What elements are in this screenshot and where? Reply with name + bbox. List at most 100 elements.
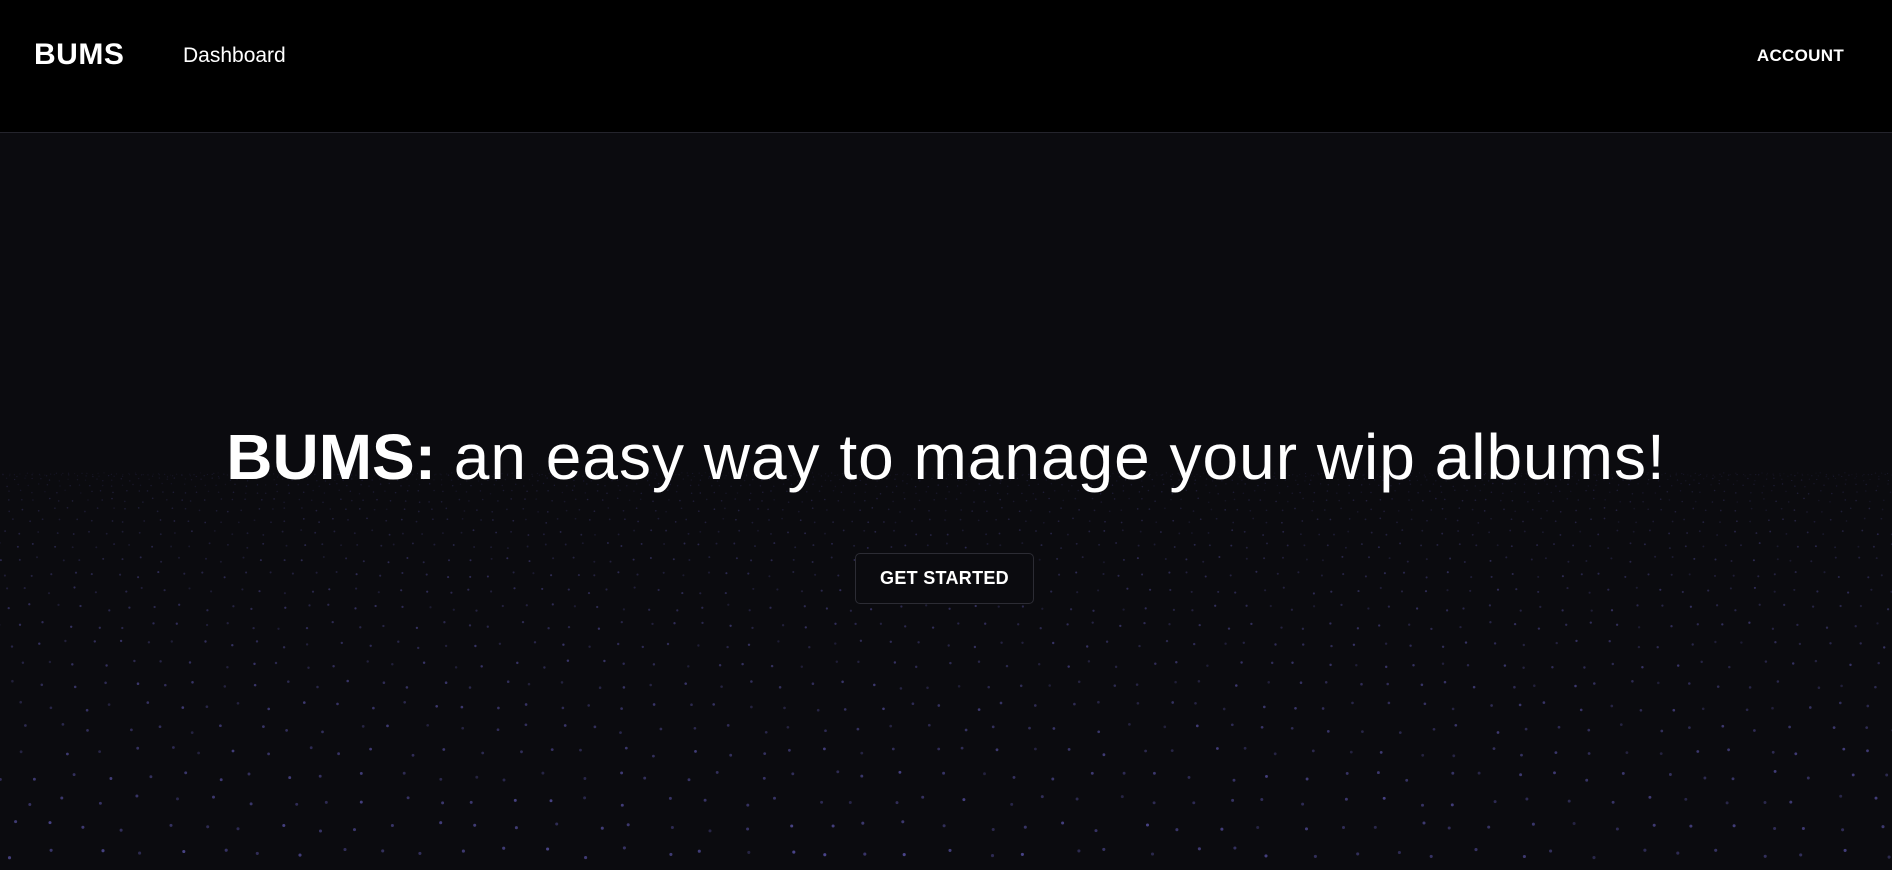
particle-dot	[1356, 627, 1360, 630]
particle-dot	[1557, 725, 1561, 729]
particle-dot	[1555, 641, 1558, 645]
particle-dot	[787, 531, 789, 534]
particle-dot	[273, 498, 275, 500]
particle-dot	[113, 507, 115, 509]
particle-dot	[636, 573, 639, 576]
brand-logo-link[interactable]: BUMS	[34, 38, 124, 72]
particle-dot	[1224, 642, 1227, 645]
particle-dot	[336, 702, 339, 706]
particle-dot	[1410, 518, 1413, 521]
particle-dot	[345, 508, 347, 511]
particle-dot	[834, 642, 837, 645]
particle-dot	[1684, 797, 1688, 801]
particle-dot	[1840, 684, 1843, 688]
particle-dot	[258, 508, 261, 510]
get-started-button[interactable]: GET STARTED	[855, 553, 1034, 604]
particle-dot	[1825, 626, 1829, 629]
particle-dot	[991, 725, 995, 729]
particle-dot	[28, 603, 31, 606]
particle-dot	[808, 646, 811, 649]
particle-dot	[945, 498, 947, 500]
particle-dot	[249, 802, 253, 806]
particle-dot	[911, 520, 913, 522]
particle-dot	[0, 542, 1, 544]
particle-dot	[1067, 665, 1070, 668]
particle-dot	[1446, 589, 1449, 592]
particle-dot	[1387, 605, 1391, 608]
particle-dot	[1791, 662, 1795, 665]
particle-dot	[666, 642, 670, 646]
nav-link-dashboard[interactable]: Dashboard	[183, 44, 286, 68]
particle-dot	[7, 856, 12, 860]
particle-dot	[452, 608, 455, 611]
particle-dot	[915, 533, 918, 536]
particle-dot	[608, 518, 611, 521]
particle-dot	[974, 604, 977, 608]
particle-dot	[1585, 560, 1588, 562]
particle-dot	[524, 723, 528, 727]
particle-dot	[32, 499, 34, 501]
particle-dot	[1704, 509, 1707, 512]
particle-dot	[1574, 684, 1577, 688]
particle-dot	[1128, 723, 1131, 726]
particle-dot	[486, 575, 489, 578]
particle-dot	[84, 510, 86, 513]
particle-dot	[1514, 510, 1517, 513]
particle-dot	[1788, 725, 1791, 729]
particle-dot	[848, 801, 852, 804]
particle-dot	[1061, 821, 1065, 825]
particle-dot	[600, 826, 604, 830]
particle-dot	[1441, 507, 1444, 510]
particle-dot	[1444, 518, 1447, 520]
particle-dot	[883, 521, 885, 523]
particle-dot	[1305, 777, 1309, 781]
particle-dot	[1197, 497, 1199, 500]
particle-dot	[787, 501, 790, 504]
particle-dot	[1007, 518, 1010, 521]
particle-dot	[253, 662, 256, 666]
particle-dot	[843, 708, 847, 711]
particle-dot	[1474, 848, 1478, 852]
particle-dot	[1029, 509, 1032, 512]
particle-dot	[372, 706, 375, 710]
particle-dot	[902, 853, 906, 857]
particle-dot	[203, 499, 206, 501]
particle-dot	[445, 507, 448, 510]
particle-dot	[382, 624, 385, 628]
particle-dot	[1635, 521, 1637, 524]
particle-dot	[1793, 588, 1796, 591]
particle-dot	[1141, 573, 1144, 576]
particle-dot	[1818, 499, 1820, 502]
particle-dot	[1461, 499, 1464, 502]
particle-dot	[1692, 507, 1695, 510]
particle-dot	[588, 645, 591, 648]
particle-dot	[1248, 499, 1250, 501]
particle-dot	[748, 499, 751, 501]
particle-dot	[1813, 520, 1816, 523]
particle-dot	[119, 639, 123, 643]
particle-dot	[433, 543, 436, 546]
particle-dot	[1758, 542, 1761, 545]
particle-dot	[1469, 589, 1472, 592]
particle-dot	[448, 559, 450, 562]
particle-dot	[61, 723, 65, 726]
particle-dot	[109, 777, 113, 780]
particle-dot	[98, 750, 101, 753]
particle-dot	[1144, 749, 1147, 753]
particle-dot	[617, 533, 620, 536]
particle-dot	[124, 500, 126, 503]
particle-dot	[699, 530, 702, 533]
particle-dot	[1887, 855, 1891, 859]
particle-dot	[690, 703, 693, 707]
particle-dot	[376, 498, 378, 501]
particle-dot	[550, 748, 554, 751]
particle-dot	[713, 508, 716, 511]
particle-dot	[1515, 588, 1518, 591]
particle-dot	[792, 558, 795, 561]
particle-dot	[1725, 801, 1729, 805]
particle-dot	[353, 532, 356, 535]
account-button[interactable]: ACCOUNT	[1757, 46, 1844, 66]
particle-dot	[1829, 642, 1832, 645]
particle-dot	[1355, 664, 1358, 667]
particle-dot	[1857, 545, 1860, 548]
